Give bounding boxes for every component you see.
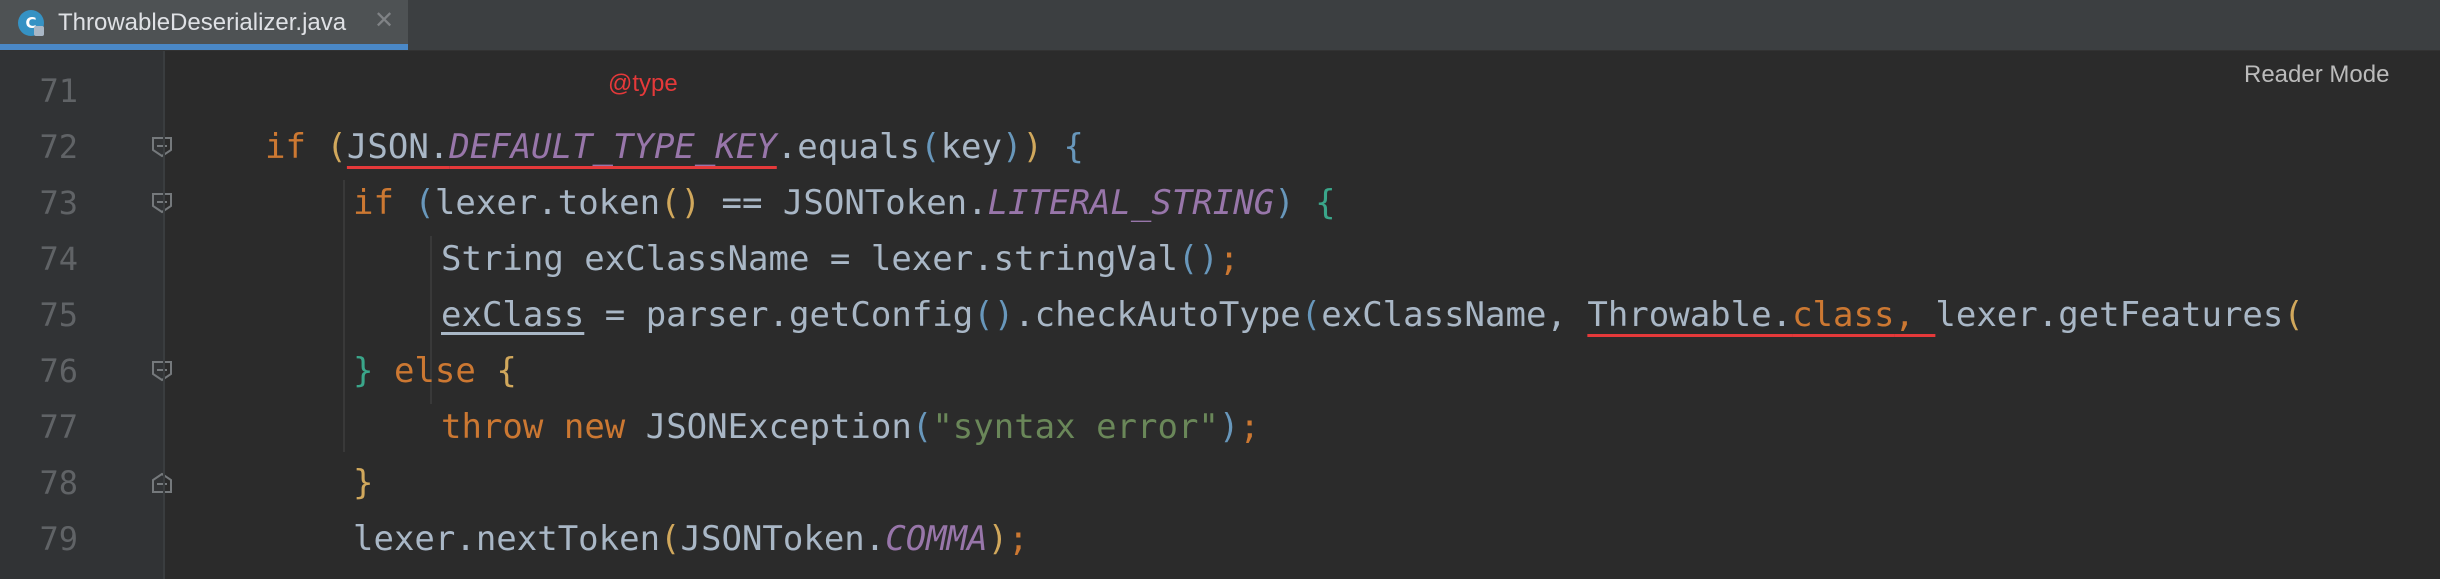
tab-label: ThrowableDeserializer.java — [58, 9, 347, 36]
identifier: == JSONToken. — [701, 183, 988, 223]
brace: } — [353, 463, 374, 503]
brace: { — [496, 351, 517, 391]
constant: COMMA — [885, 519, 988, 559]
paren: ( — [920, 127, 941, 167]
line-number: 76 — [39, 352, 78, 390]
paren: ( — [660, 519, 681, 559]
paren: ) — [1022, 127, 1043, 167]
fold-end-icon[interactable] — [151, 472, 173, 494]
code-line-78[interactable]: } — [353, 455, 373, 511]
paren: () — [973, 295, 1015, 335]
line-number: 74 — [39, 240, 78, 278]
close-icon[interactable]: ✕ — [374, 6, 394, 35]
reader-mode-button[interactable]: Reader Mode — [2244, 61, 2389, 89]
comma: , — [1894, 295, 1936, 335]
constant: LITERAL_STRING — [987, 183, 1275, 223]
line-number: 78 — [39, 464, 78, 502]
keyword: new — [563, 407, 626, 447]
keyword: throw — [441, 407, 544, 447]
identifier: JSONException — [625, 407, 912, 447]
code-line-74[interactable]: String exClassName = lexer.stringVal(); — [441, 231, 1239, 287]
error-highlight: Throwable.class, — [1587, 295, 1935, 335]
identifier: JSONToken. — [680, 519, 886, 559]
error-highlight: JSON.DEFAULT_TYPE_KEY — [347, 127, 777, 167]
inlay-hint: @type — [608, 70, 678, 97]
identifier: exClass — [441, 295, 585, 335]
fold-icon[interactable] — [151, 192, 173, 214]
identifier: JSON. — [346, 127, 450, 167]
paren: ) — [1274, 183, 1295, 223]
code-line-72[interactable]: if (JSON.DEFAULT_TYPE_KEY.equals(key)) { — [265, 119, 1084, 175]
paren: ) — [987, 519, 1009, 559]
tab-throwable-deserializer[interactable]: C ThrowableDeserializer.java ✕ — [0, 0, 408, 50]
identifier: exClassName, — [1321, 295, 1588, 335]
indent-guide — [343, 180, 345, 452]
method: lexer.nextToken — [353, 519, 661, 559]
paren: () — [660, 183, 702, 223]
brace: { — [1294, 183, 1336, 223]
brace: } — [353, 351, 374, 391]
method: .checkAutoType — [1014, 295, 1301, 335]
semicolon: ; — [1239, 407, 1260, 447]
paren: ( — [2283, 295, 2304, 335]
paren: () — [1177, 239, 1219, 279]
keyword: class — [1792, 295, 1895, 335]
code-line-79[interactable]: lexer.nextToken(JSONToken.COMMA); — [353, 511, 1029, 567]
indent-guide — [430, 236, 432, 348]
active-tab-indicator — [0, 44, 408, 50]
line-number: 75 — [39, 296, 78, 334]
line-number: 79 — [39, 520, 78, 558]
line-number-gutter: 71 72 73 74 75 76 77 78 79 — [0, 51, 172, 579]
code-line-75[interactable]: exClass = parser.getConfig().checkAutoTy… — [441, 287, 2304, 343]
vertical-scrollbar[interactable] — [2425, 55, 2435, 575]
keyword: else — [373, 351, 497, 391]
paren: ( — [911, 407, 933, 447]
method: .equals — [776, 127, 921, 167]
code-line-77[interactable]: throw new JSONException("syntax error"); — [441, 399, 1260, 455]
brace: { — [1042, 127, 1084, 167]
lock-icon — [34, 26, 44, 36]
line-number: 72 — [39, 128, 78, 166]
code-line-76[interactable]: } else { — [353, 343, 517, 399]
identifier: key — [940, 127, 1002, 167]
semicolon: ; — [1008, 519, 1029, 559]
method: lexer.getFeatures — [1935, 295, 2284, 335]
line-number: 77 — [39, 408, 78, 446]
code-line-73[interactable]: if (lexer.token() == JSONToken.LITERAL_S… — [353, 175, 1336, 231]
paren: ) — [1001, 127, 1023, 167]
method: = parser.getConfig — [584, 295, 974, 335]
paren: ( — [305, 127, 347, 167]
statement: String exClassName = lexer.stringVal — [441, 239, 1178, 279]
string-literal: "syntax error" — [932, 407, 1219, 447]
fold-icon[interactable] — [151, 136, 173, 158]
constant: DEFAULT_TYPE_KEY — [449, 127, 777, 167]
editor-tab-bar: C ThrowableDeserializer.java ✕ — [0, 0, 2440, 51]
paren: ) — [1218, 407, 1240, 447]
gutter-divider — [163, 51, 165, 579]
paren: ( — [393, 183, 435, 223]
keyword: if — [353, 183, 394, 223]
fold-icon[interactable] — [151, 360, 173, 382]
line-number: 73 — [39, 184, 78, 222]
method: lexer.token — [434, 183, 661, 223]
semicolon: ; — [1218, 239, 1240, 279]
identifier: Throwable. — [1587, 295, 1793, 335]
paren: ( — [1300, 295, 1322, 335]
line-number: 71 — [39, 72, 78, 110]
keyword: if — [265, 127, 306, 167]
